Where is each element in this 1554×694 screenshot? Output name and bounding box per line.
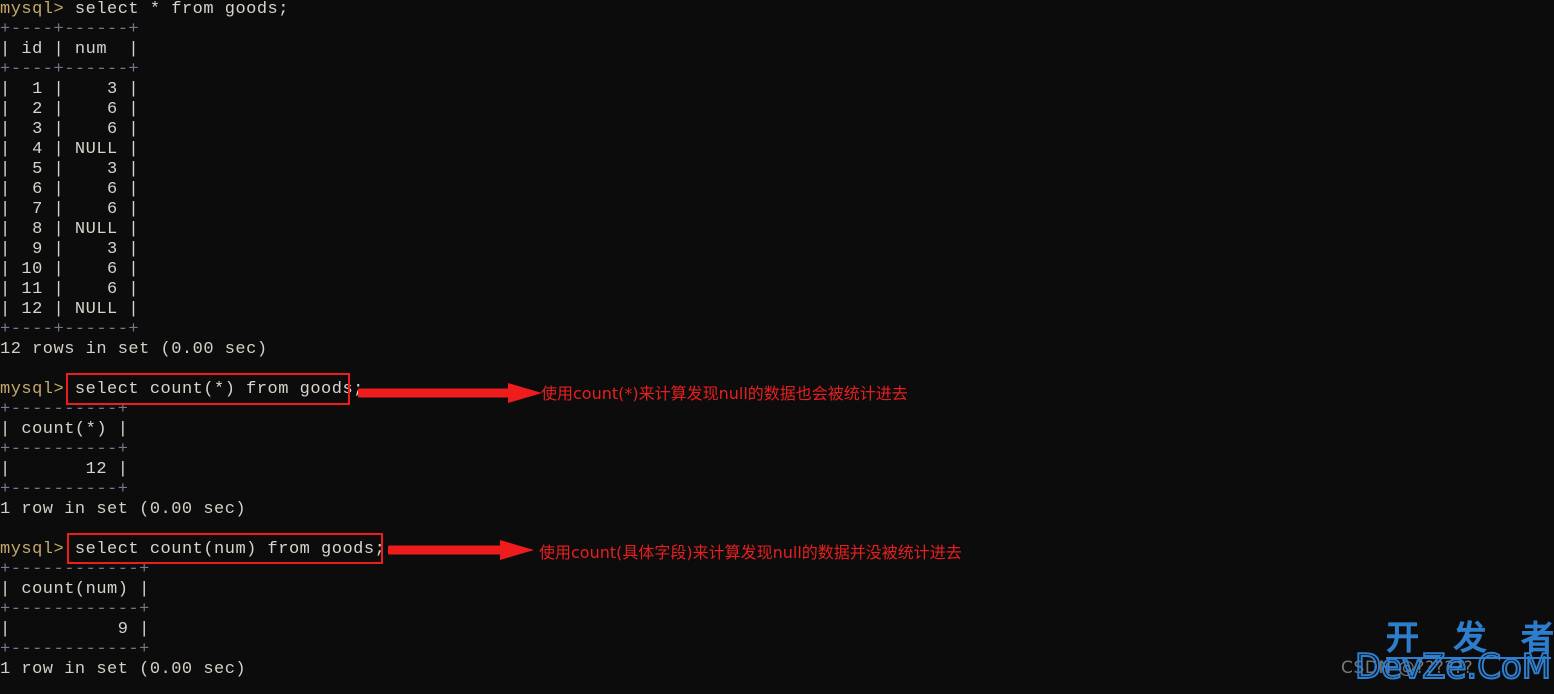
terminal-row: | 9 | 3 |: [0, 240, 140, 259]
terminal-row: | 5 | 3 |: [0, 160, 140, 179]
terminal-status: 12 rows in set (0.00 sec): [0, 340, 268, 359]
terminal-line: 12 rows in set (0.00 sec): [0, 340, 1554, 360]
terminal-line: | 6 | 6 |: [0, 180, 1554, 200]
terminal-row: | 12 |: [0, 460, 129, 479]
terminal-header: | id | num |: [0, 40, 140, 59]
terminal-rule: +----------+: [0, 480, 129, 499]
terminal-line: +------------+: [0, 560, 1554, 580]
terminal-row: | 7 | 6 |: [0, 200, 140, 219]
terminal-line: | 8 | NULL |: [0, 220, 1554, 240]
terminal-line: | 4 | NULL |: [0, 140, 1554, 160]
terminal-line: [0, 360, 1554, 380]
terminal-rule: +------------+: [0, 640, 150, 659]
terminal-line: | 2 | 6 |: [0, 100, 1554, 120]
sql-command: select count(num) from goods;: [74, 540, 386, 559]
terminal-line: | 12 |: [0, 460, 1554, 480]
terminal-line: | 7 | 6 |: [0, 200, 1554, 220]
mysql-prompt: mysql>: [0, 0, 75, 19]
terminal-line: | 11 | 6 |: [0, 280, 1554, 300]
terminal-output: mysql> select * from goods; +----+------+…: [0, 0, 1554, 680]
terminal-row: | 10 | 6 |: [0, 260, 140, 279]
terminal-line: | count(num) |: [0, 580, 1554, 600]
terminal-line: +------------+: [0, 600, 1554, 620]
terminal-screenshot: mysql> select * from goods; +----+------+…: [0, 0, 1554, 694]
terminal-blank: [0, 520, 11, 539]
terminal-row: | 12 | NULL |: [0, 300, 140, 319]
terminal-line: | 1 | 3 |: [0, 80, 1554, 100]
mysql-prompt: mysql>: [0, 380, 75, 399]
terminal-line: 1 row in set (0.00 sec): [0, 660, 1554, 680]
terminal-line: | id | num |: [0, 40, 1554, 60]
terminal-line: 1 row in set (0.00 sec): [0, 500, 1554, 520]
terminal-line: | 9 |: [0, 620, 1554, 640]
terminal-line: | 12 | NULL |: [0, 300, 1554, 320]
terminal-line: [0, 520, 1554, 540]
terminal-line: +------------+: [0, 640, 1554, 660]
annotation-note-2: 使用count(具体字段)来计算发现null的数据并没被统计进去: [539, 543, 962, 562]
terminal-rule: +----+------+: [0, 20, 140, 39]
terminal-rule: +------------+: [0, 600, 150, 619]
terminal-header: | count(*) |: [0, 420, 129, 439]
terminal-status: 1 row in set (0.00 sec): [0, 660, 247, 679]
annotation-note-1: 使用count(*)来计算发现null的数据也会被统计进去: [541, 384, 908, 403]
terminal-row: | 2 | 6 |: [0, 100, 140, 119]
terminal-row: | 4 | NULL |: [0, 140, 140, 159]
terminal-line: | 3 | 6 |: [0, 120, 1554, 140]
terminal-row: | 8 | NULL |: [0, 220, 140, 239]
terminal-blank: [0, 360, 11, 379]
terminal-rule: +----------+: [0, 440, 129, 459]
terminal-rule: +----+------+: [0, 320, 140, 339]
terminal-rule: +----------+: [0, 400, 129, 419]
terminal-line: mysql> select * from goods;: [0, 0, 1554, 20]
terminal-line: +----+------+: [0, 320, 1554, 340]
sql-command: select * from goods;: [74, 0, 289, 19]
terminal-line: | count(*) |: [0, 420, 1554, 440]
mysql-prompt: mysql>: [0, 540, 75, 559]
terminal-line: +----------+: [0, 440, 1554, 460]
terminal-line: | 10 | 6 |: [0, 260, 1554, 280]
terminal-rule: +------------+: [0, 560, 150, 579]
terminal-rule: +----+------+: [0, 60, 140, 79]
terminal-row: | 1 | 3 |: [0, 80, 140, 99]
terminal-status: 1 row in set (0.00 sec): [0, 500, 247, 519]
terminal-line: +----------+: [0, 480, 1554, 500]
watermark-site-label: DevZe.CoM: [1354, 647, 1552, 687]
terminal-line: | 9 | 3 |: [0, 240, 1554, 260]
sql-command: select count(*) from goods;: [74, 380, 364, 399]
terminal-row: | 9 |: [0, 620, 150, 639]
terminal-header: | count(num) |: [0, 580, 150, 599]
terminal-row: | 3 | 6 |: [0, 120, 140, 139]
terminal-row: | 11 | 6 |: [0, 280, 140, 299]
terminal-line: | 5 | 3 |: [0, 160, 1554, 180]
terminal-line: +----+------+: [0, 60, 1554, 80]
terminal-row: | 6 | 6 |: [0, 180, 140, 199]
terminal-line: +----+------+: [0, 20, 1554, 40]
